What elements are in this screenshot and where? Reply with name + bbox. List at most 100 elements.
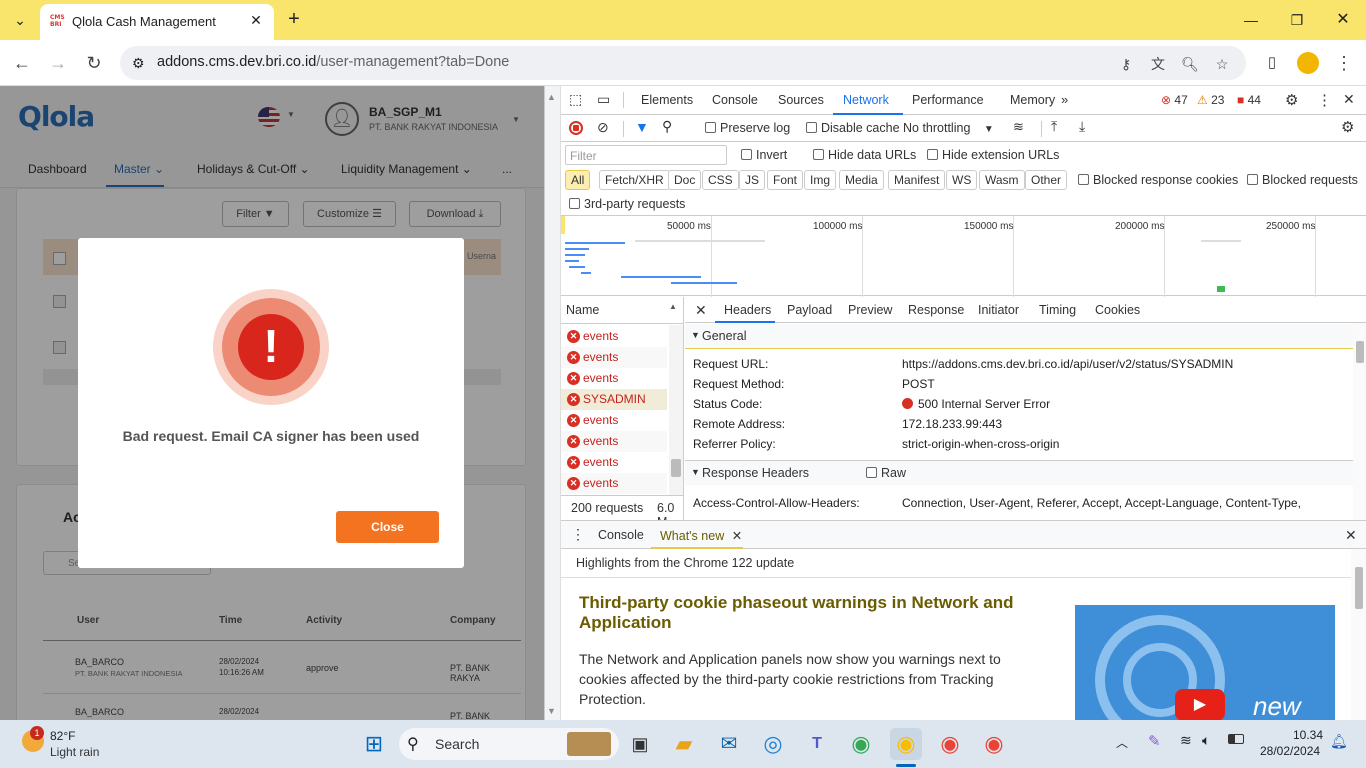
weather-temp[interactable]: 82°F: [50, 729, 75, 743]
back-icon[interactable]: ←: [10, 51, 34, 75]
edge-icon[interactable]: ◎: [757, 728, 789, 760]
preserve-log-checkbox[interactable]: Preserve log: [705, 121, 790, 135]
taskbar-search[interactable]: ⚲ Search: [399, 728, 619, 760]
browser-tab-active[interactable]: CMS BRI Qlola Cash Management ✕: [40, 4, 274, 40]
pen-icon[interactable]: ✎: [1148, 732, 1161, 750]
restore-icon[interactable]: ❐: [1285, 8, 1309, 32]
tab-timing[interactable]: Timing: [1039, 303, 1076, 317]
details-close-icon[interactable]: ✕: [695, 302, 707, 319]
type-filter-wasm[interactable]: Wasm: [979, 170, 1025, 190]
battery-icon[interactable]: [1228, 734, 1244, 744]
blocked-response-cookies-checkbox[interactable]: Blocked response cookies: [1078, 173, 1238, 187]
error-count[interactable]: ⊗ 47: [1161, 93, 1188, 107]
details-scrollbar[interactable]: [1353, 323, 1366, 520]
new-tab-button[interactable]: +: [282, 8, 306, 32]
tab-sources[interactable]: Sources: [778, 93, 824, 107]
whats-new-video-thumbnail[interactable]: ▶ new: [1075, 605, 1335, 721]
third-party-requests-checkbox[interactable]: 3rd-party requests: [569, 197, 685, 211]
tab-network[interactable]: Network: [843, 93, 889, 107]
tab-payload[interactable]: Payload: [787, 303, 832, 317]
device-toolbar-icon[interactable]: ▭: [597, 91, 610, 108]
clock-time[interactable]: 10.34: [1293, 728, 1323, 742]
reload-icon[interactable]: ↻: [82, 51, 106, 75]
profile-avatar-icon[interactable]: [1297, 52, 1319, 74]
type-filter-doc[interactable]: Doc: [668, 170, 702, 190]
clock-date[interactable]: 28/02/2024: [1260, 744, 1320, 758]
sort-ascending-icon[interactable]: ▲: [669, 302, 677, 311]
invert-checkbox[interactable]: Invert: [741, 148, 787, 162]
tab-performance[interactable]: Performance: [912, 93, 984, 107]
name-column-header[interactable]: Name: [566, 303, 599, 317]
network-filter-input[interactable]: Filter: [565, 145, 727, 165]
request-row[interactable]: ✕ events: [561, 473, 667, 494]
forward-icon[interactable]: →: [46, 51, 70, 75]
import-har-icon[interactable]: ⤒: [1051, 118, 1057, 135]
omnibox[interactable]: ⚙ addons.cms.dev.bri.co.id/user-manageme…: [120, 46, 1246, 80]
request-row[interactable]: ✕ events: [561, 347, 667, 368]
hide-data-urls-checkbox[interactable]: Hide data URLs: [813, 148, 916, 162]
type-filter-fetch[interactable]: Fetch/XHR: [599, 170, 670, 190]
clear-icon[interactable]: ⊘: [597, 119, 609, 136]
type-filter-ws[interactable]: WS: [946, 170, 978, 190]
filter-funnel-icon[interactable]: ▼: [635, 119, 649, 135]
response-headers-section-header[interactable]: ▼ Response Headers Raw: [685, 460, 1353, 485]
tab-response[interactable]: Response: [908, 303, 964, 317]
zoom-icon[interactable]: 🔍︎: [1180, 54, 1200, 74]
translate-icon[interactable]: 文: [1148, 54, 1168, 74]
bookmark-star-icon[interactable]: ☆: [1212, 54, 1232, 74]
volume-icon[interactable]: 🔈︎: [1202, 732, 1210, 749]
side-panel-icon[interactable]: ▯: [1260, 51, 1284, 75]
type-filter-css[interactable]: CSS: [702, 170, 739, 190]
request-row[interactable]: ✕ events: [561, 326, 667, 347]
tab-search-dropdown-icon[interactable]: ⌄: [8, 8, 32, 32]
task-view-icon[interactable]: ▣: [624, 728, 656, 760]
browser-menu-icon[interactable]: ⋮: [1332, 51, 1356, 75]
raw-checkbox[interactable]: Raw: [866, 466, 906, 480]
collapse-up-icon[interactable]: ▲: [547, 92, 556, 102]
drawer-tab-console[interactable]: Console: [598, 528, 644, 542]
network-conditions-icon[interactable]: ≋: [1013, 119, 1024, 135]
tab-initiator[interactable]: Initiator: [978, 303, 1019, 317]
settings-gear-icon[interactable]: ⚙: [1285, 91, 1298, 109]
request-row[interactable]: ✕ events: [561, 410, 667, 431]
overview-range-handle-left[interactable]: [561, 216, 565, 234]
tab-cookies[interactable]: Cookies: [1095, 303, 1140, 317]
type-filter-manifest[interactable]: Manifest: [888, 170, 946, 190]
export-har-icon[interactable]: ⤓: [1079, 118, 1085, 135]
drawer-menu-icon[interactable]: ⋮: [571, 526, 585, 543]
drawer-scrollbar[interactable]: [1351, 549, 1366, 721]
tab-elements[interactable]: Elements: [641, 93, 693, 107]
teams-icon[interactable]: T: [801, 728, 833, 760]
type-filter-font[interactable]: Font: [767, 170, 804, 190]
drawer-tab-whats-new[interactable]: What's new ✕: [660, 528, 742, 543]
url-text[interactable]: addons.cms.dev.bri.co.id/user-management…: [157, 54, 509, 70]
minimize-icon[interactable]: —: [1239, 8, 1263, 32]
disable-cache-checkbox[interactable]: Disable cache: [806, 121, 900, 135]
type-filter-img[interactable]: Img: [804, 170, 837, 190]
start-windows-icon[interactable]: ⊞: [358, 728, 390, 760]
tab-console[interactable]: Console: [712, 93, 758, 107]
type-filter-all[interactable]: All: [565, 170, 591, 190]
devtools-resizer[interactable]: [545, 86, 561, 720]
blocked-requests-checkbox[interactable]: Blocked requests: [1247, 173, 1358, 187]
tab-close-icon[interactable]: ✕: [246, 10, 266, 30]
youtube-play-icon[interactable]: ▶: [1175, 689, 1225, 721]
type-filter-other[interactable]: Other: [1025, 170, 1068, 190]
drawer-close-icon[interactable]: ✕: [1345, 527, 1357, 544]
password-key-icon[interactable]: ⚷: [1116, 54, 1136, 74]
inspect-element-icon[interactable]: ⬚: [569, 91, 582, 108]
hide-extension-urls-checkbox[interactable]: Hide extension URLs: [927, 148, 1059, 162]
type-filter-js[interactable]: JS: [739, 170, 766, 190]
notification-bell-icon[interactable]: 🔔︎: [1330, 733, 1348, 750]
window-close-icon[interactable]: ✕: [1331, 8, 1355, 32]
chrome-profile-icon[interactable]: ◉: [845, 728, 877, 760]
chrome-active-icon[interactable]: ◉: [890, 728, 922, 760]
record-icon[interactable]: [569, 121, 583, 135]
request-row[interactable]: ✕ events: [561, 452, 667, 473]
tab-memory[interactable]: Memory: [1010, 93, 1055, 107]
issues-count[interactable]: ■ 44: [1237, 93, 1261, 107]
tray-overflow-icon[interactable]: ︿: [1116, 734, 1128, 751]
throttling-select[interactable]: No throttling ▼: [903, 121, 994, 135]
wifi-icon[interactable]: ≋: [1180, 732, 1192, 749]
weather-condition[interactable]: Light rain: [50, 745, 99, 759]
